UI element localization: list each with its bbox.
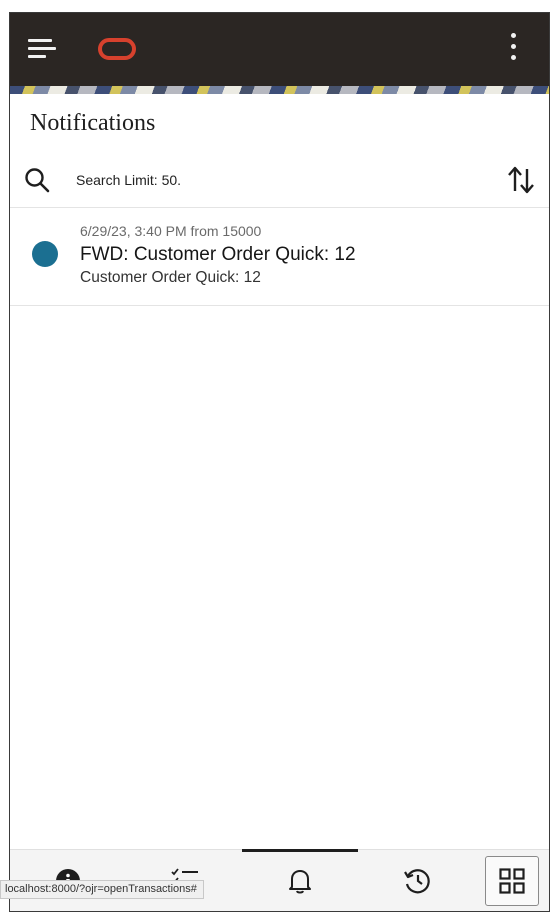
unread-dot [32, 241, 58, 267]
notification-item[interactable]: 6/29/23, 3:40 PM from 15000 FWD: Custome… [10, 208, 549, 304]
divider [10, 305, 549, 306]
page-title: Notifications [30, 110, 156, 136]
search-limit-label: Search Limit: 50. [76, 172, 182, 188]
hamburger-menu-icon[interactable] [28, 37, 56, 61]
nav-history[interactable] [387, 850, 447, 911]
history-icon [404, 869, 430, 894]
notification-title: FWD: Customer Order Quick: 12 [80, 244, 356, 265]
more-vertical-icon[interactable] [507, 33, 519, 63]
decorative-banner [10, 86, 549, 94]
grid-icon [499, 868, 525, 894]
sort-arrows-icon[interactable] [507, 165, 535, 195]
search-icon[interactable] [24, 167, 50, 193]
app-frame: Notifications Search Limit: 50. 6/29/23,… [9, 12, 550, 912]
status-bar-url: localhost:8000/?ojr=openTransactions# [0, 880, 204, 899]
notification-subtitle: Customer Order Quick: 12 [80, 269, 261, 286]
nav-apps[interactable] [485, 856, 539, 906]
nav-notifications[interactable] [270, 850, 330, 911]
bell-icon [289, 870, 311, 894]
top-app-bar [10, 13, 549, 86]
oracle-logo [98, 38, 136, 60]
notification-timestamp: 6/29/23, 3:40 PM from 15000 [80, 223, 262, 239]
